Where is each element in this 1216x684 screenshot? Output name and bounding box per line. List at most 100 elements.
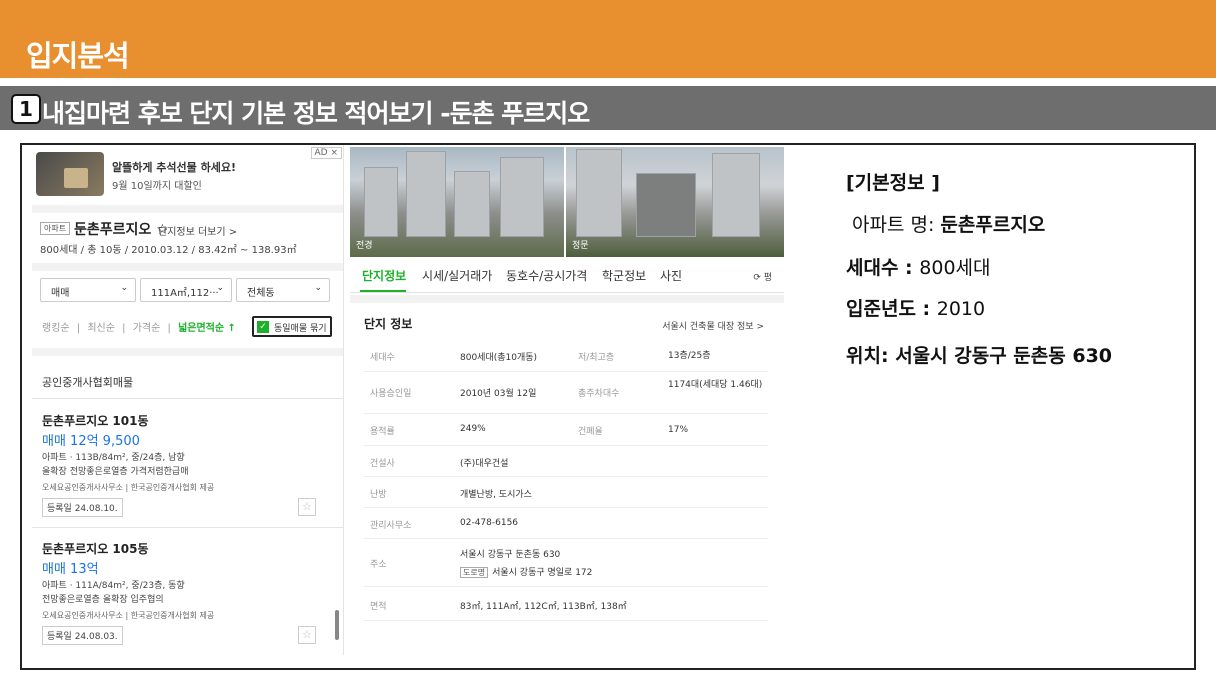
listing-price: 매매 13억 bbox=[42, 562, 99, 577]
table-key: 난방 bbox=[370, 490, 387, 500]
building-select[interactable]: 전체동 ⌄ bbox=[236, 278, 330, 302]
table-key: 관리사무소 bbox=[370, 521, 412, 531]
sort-separator: | bbox=[76, 323, 81, 334]
tab-price[interactable]: 시세/실거래가 bbox=[422, 267, 492, 284]
table-value: 800세대(총10개동) bbox=[460, 353, 538, 363]
building-shape bbox=[636, 173, 696, 237]
building-register-link[interactable]: 서울시 건축물 대장 정보 > bbox=[662, 319, 764, 332]
divider bbox=[32, 263, 343, 271]
listing-item[interactable]: 둔촌푸르지오 105동 매매 13억 아파트 · 111A/84m², 중/23… bbox=[32, 540, 332, 645]
table-row: 사용승인일 2010년 03월 12일 총주차대수 1174대(세대당 1.46… bbox=[364, 372, 768, 414]
refresh-icon[interactable]: ⟳ 평 bbox=[753, 270, 772, 283]
listing-spec: 아파트 · 113B/84m², 중/24층, 남향 bbox=[42, 453, 185, 463]
detail-tabs: 단지정보 시세/실거래가 동호수/공시가격 학군정보 사진 ⟳ 평 bbox=[350, 257, 784, 293]
divider bbox=[32, 205, 343, 213]
area-select[interactable]: 111A㎡,112··· ⌄ bbox=[140, 278, 232, 302]
table-row: 용적률 249% 건폐율 17% bbox=[364, 414, 768, 446]
trade-type-select[interactable]: 매매 ⌄ bbox=[40, 278, 136, 302]
sort-separator: | bbox=[167, 323, 171, 334]
basic-info-year: 입준년도 : 2010 bbox=[846, 298, 986, 320]
checkmark-icon: ✓ bbox=[257, 321, 269, 333]
photo-exterior[interactable]: 전경 bbox=[350, 147, 564, 257]
table-value: 1174대(세대당 1.46대) bbox=[668, 380, 763, 390]
road-address-value: 서울시 강동구 명일로 172 bbox=[492, 568, 593, 578]
group-same-listing-checkbox[interactable]: ✓ 동일매물 묶기 bbox=[252, 316, 332, 337]
table-key: 주소 bbox=[370, 560, 387, 570]
divider bbox=[350, 295, 784, 303]
tab-units[interactable]: 동호수/공시가격 bbox=[506, 267, 587, 284]
complex-more-link[interactable]: 단지정보 더보기 > bbox=[158, 223, 237, 238]
listing-item[interactable]: 둔촌푸르지오 101동 매매 12억 9,500 아파트 · 113B/84m²… bbox=[32, 412, 332, 517]
table-row: 세대수 800세대(총10개동) 저/최고층 13층/25층 bbox=[364, 340, 768, 372]
chevron-down-icon: ⌄ bbox=[120, 283, 128, 293]
building-shape bbox=[500, 157, 544, 237]
table-key: 총주차대수 bbox=[578, 389, 620, 399]
sort-latest[interactable]: 최신순 bbox=[87, 323, 115, 334]
listing-date: 등록일 24.08.10. bbox=[42, 498, 123, 517]
section-number-badge: 1 bbox=[11, 94, 41, 124]
tab-school[interactable]: 학군정보 bbox=[602, 267, 646, 284]
listing-description: 전망좋은로열층 올확장 입주협의 bbox=[42, 595, 164, 605]
photo-caption: 전경 bbox=[356, 241, 373, 251]
group-same-listing-label: 동일매물 묶기 bbox=[274, 324, 327, 334]
chevron-down-icon: ⌄ bbox=[216, 283, 224, 293]
tab-complex-info[interactable]: 단지정보 bbox=[362, 267, 406, 284]
table-key: 사용승인일 bbox=[370, 389, 412, 399]
section-title: 내집마련 후보 단지 기본 정보 적어보기 -둔촌 푸르지오 bbox=[42, 99, 590, 128]
tab-photos[interactable]: 사진 bbox=[660, 267, 682, 284]
table-value: (주)대우건설 bbox=[460, 459, 509, 469]
ad-close-button[interactable]: AD × bbox=[310, 147, 342, 159]
star-icon[interactable]: ☆ bbox=[298, 626, 316, 644]
listing-date: 등록일 24.08.03. bbox=[42, 626, 123, 645]
basic-info-heading: [기본정보 ] bbox=[846, 172, 940, 194]
info-heading: 단지 정보 bbox=[364, 317, 413, 331]
divider bbox=[32, 527, 343, 528]
complex-meta: 800세대 / 총 10동 / 2010.03.12 / 83.42㎡ ~ 13… bbox=[40, 245, 297, 256]
photo-gate[interactable]: 정문 bbox=[566, 147, 784, 257]
sort-area-active[interactable]: 넓은면적순 ↑ bbox=[178, 323, 236, 334]
road-name-tag: 도로명 bbox=[460, 567, 489, 578]
building-shape bbox=[364, 167, 398, 237]
listing-spec: 아파트 · 111A/84m², 중/23층, 동향 bbox=[42, 581, 185, 591]
table-key: 용적률 bbox=[370, 427, 395, 437]
building-shape bbox=[406, 151, 446, 237]
scrollbar-thumb[interactable] bbox=[335, 610, 339, 640]
slide-header-bar bbox=[0, 0, 1216, 78]
slide-title: 입지분석 bbox=[26, 39, 130, 73]
table-value: 개별난방, 도시가스 bbox=[460, 490, 532, 500]
sort-price[interactable]: 가격순 bbox=[133, 323, 161, 334]
table-key: 건설사 bbox=[370, 459, 395, 469]
table-value: 249% bbox=[460, 424, 486, 434]
basic-info-location: 위치: 서울시 강동구 둔촌동 630 bbox=[846, 345, 1113, 367]
table-key: 면적 bbox=[370, 602, 387, 612]
ad-banner[interactable]: 알뜰하게 추석선물 하세요! 9월 10일까지 대할인 AD × bbox=[32, 145, 343, 201]
photo-caption: 정문 bbox=[572, 241, 589, 251]
listings-header: 공인중개사협회매물 bbox=[42, 376, 134, 389]
listing-price: 매매 12억 9,500 bbox=[42, 434, 140, 449]
complex-detail-panel: 전경 정문 단지정보 시세/실거래가 동호수/공시가격 학군정보 사진 ⟳ 평 … bbox=[350, 147, 784, 655]
star-icon[interactable]: ☆ bbox=[298, 498, 316, 516]
table-row: 건설사 (주)대우건설 bbox=[364, 446, 768, 477]
listing-agent: 오세요공인중개사사무소 | 한국공인중개사협회 제공 bbox=[42, 611, 215, 620]
ad-thumbnail-image bbox=[36, 152, 104, 196]
table-row: 난방 개별난방, 도시가스 bbox=[364, 477, 768, 508]
table-key: 저/최고층 bbox=[578, 353, 615, 363]
complex-name[interactable]: 둔촌푸르지오 ☆ bbox=[74, 219, 169, 239]
building-value: 전체동 bbox=[247, 288, 275, 299]
complex-info-table: 세대수 800세대(총10개동) 저/최고층 13층/25층 사용승인일 201… bbox=[364, 340, 768, 621]
table-value: 13층/25층 bbox=[668, 351, 711, 361]
sort-ranking[interactable]: 랭킹순 bbox=[42, 323, 70, 334]
listing-agent: 오세요공인중개사사무소 | 한국공인중개사협회 제공 bbox=[42, 483, 215, 492]
sort-separator: | bbox=[122, 323, 126, 334]
tab-active-underline bbox=[360, 290, 406, 292]
building-shape bbox=[712, 153, 760, 237]
table-row: 면적 83㎡, 111A㎡, 112C㎡, 113B㎡, 138㎡ bbox=[364, 587, 768, 621]
trade-type-value: 매매 bbox=[51, 288, 70, 299]
table-key: 세대수 bbox=[370, 353, 395, 363]
table-key: 건폐율 bbox=[578, 427, 603, 437]
listing-name: 둔촌푸르지오 105동 bbox=[42, 542, 149, 556]
ad-subtitle: 9월 10일까지 대할인 bbox=[112, 181, 202, 192]
chevron-down-icon: ⌄ bbox=[314, 283, 322, 293]
table-row: 주소 서울시 강동구 둔촌동 630 도로명 서울시 강동구 명일로 172 bbox=[364, 539, 768, 587]
area-value: 111A㎡,112··· bbox=[151, 288, 219, 299]
